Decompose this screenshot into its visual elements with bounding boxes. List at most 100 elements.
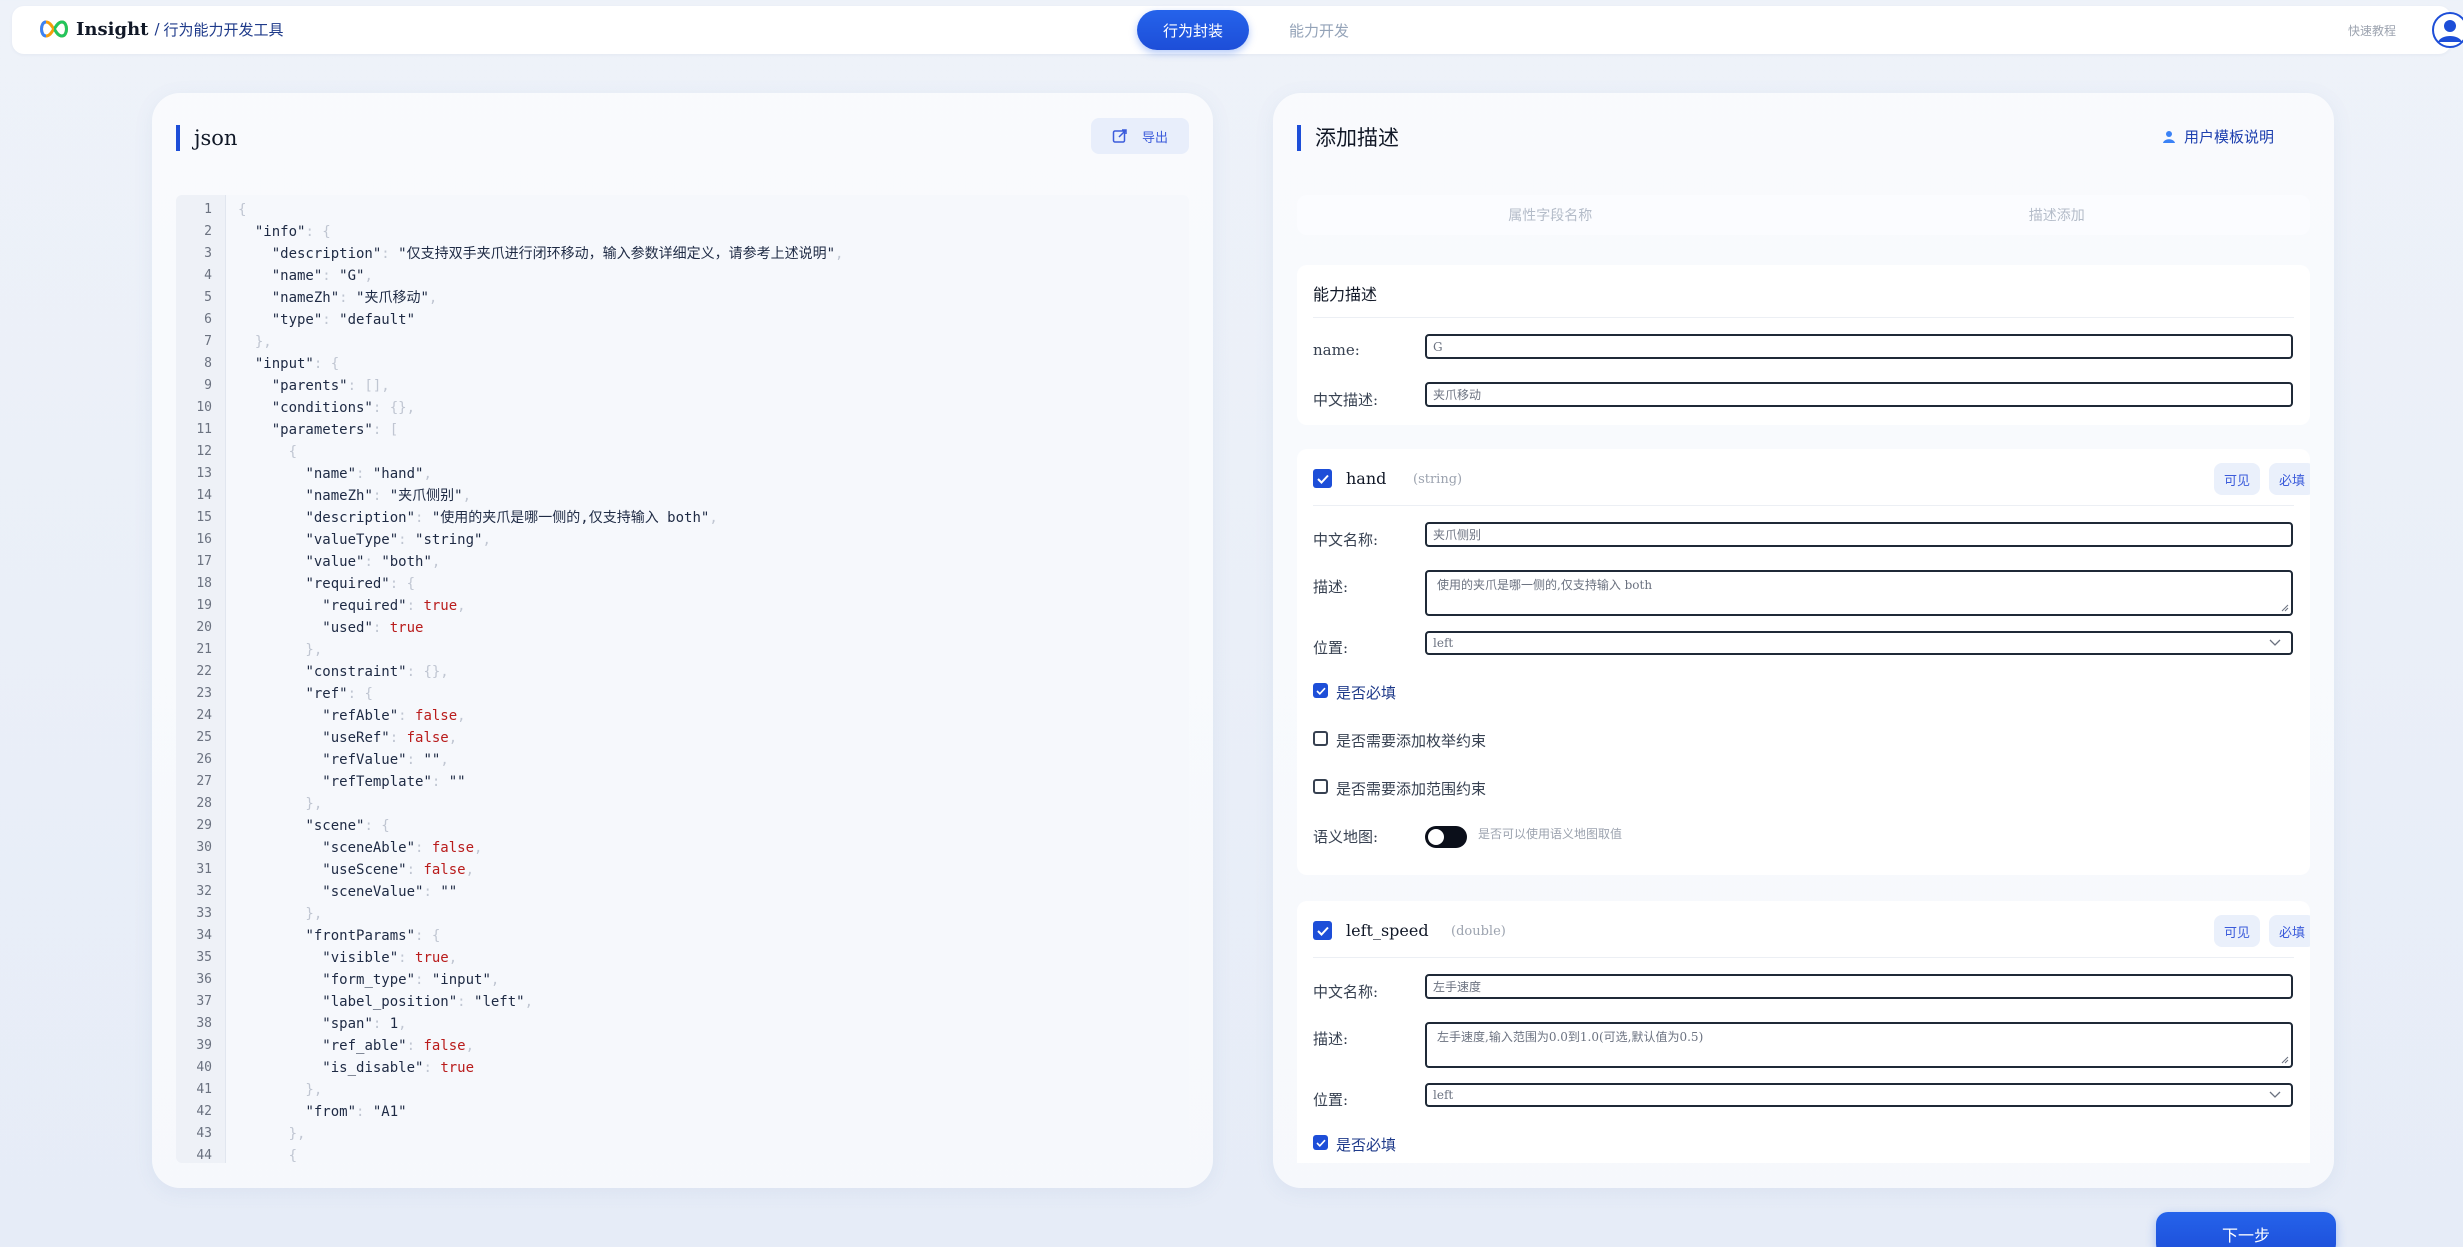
line-number: 27 [196,774,212,789]
param-name: hand [1346,469,1387,488]
line-number: 4 [204,268,212,283]
json-code-editor[interactable]: 1 {2 "info": {3 "description": "仅支持双手夹爪进行… [176,195,1189,1163]
column-header: 属性字段名称 描述添加 [1297,195,2310,235]
name-input[interactable]: G [1425,334,2293,359]
line-number: 38 [196,1016,212,1031]
line-number: 21 [196,642,212,657]
user-icon [2162,130,2175,143]
line-number: 24 [196,708,212,723]
zh-name-label: 中文名称: [1313,531,1379,549]
divider [1313,957,2294,958]
next-step-button[interactable]: 下一步 [2156,1212,2336,1247]
description-textarea[interactable]: 左手速度,输入范围为0.0到1.0(可选,默认值为0.5) [1425,1022,2293,1068]
code-text: }, [238,1126,306,1142]
tab-ability-development[interactable]: 能力开发 [1274,10,1364,50]
user-template-link[interactable]: 用户模板说明 [2162,126,2274,147]
code-text: "refAble": false, [322,708,466,724]
line-number: 6 [204,312,212,327]
code-text: }, [238,334,272,350]
line-number: 28 [196,796,212,811]
line-number: 39 [196,1038,212,1053]
line-number: 20 [196,620,212,635]
line-number: 35 [196,950,212,965]
resize-handle-icon[interactable] [2281,1056,2289,1064]
line-number: 15 [196,510,212,525]
position-value: left [1433,1088,1454,1102]
position-label: 位置: [1313,639,1349,657]
code-text: "nameZh": "夹爪侧别", [305,488,472,504]
required-checkbox-label[interactable]: 是否必填 [1336,682,1396,703]
export-button[interactable]: 导出 [1091,118,1189,154]
line-number: 23 [196,686,212,701]
enum-constraint-label[interactable]: 是否需要添加枚举约束 [1336,730,1486,751]
resize-handle-icon[interactable] [2281,604,2289,612]
check-icon [1315,687,1326,695]
line-number: 2 [204,224,212,239]
line-number: 25 [196,730,212,745]
range-constraint-label[interactable]: 是否需要添加范围约束 [1336,778,1486,799]
param-card-hand: hand (string) 可见 必填 中文名称: 夹爪侧别 描述: 使用的夹爪… [1297,449,2310,875]
app-subtitle: 行为能力开发工具 [163,20,284,39]
description-label: 描述: [1313,1030,1349,1048]
position-select[interactable]: left [1425,1083,2293,1107]
code-text: "useScene": false, [322,862,475,878]
description-form-scroll[interactable]: 能力描述 name: G 中文描述: 夹爪移动 hand (string) 可见… [1297,265,2310,1163]
line-number: 9 [204,378,212,393]
line-number: 31 [196,862,212,877]
zh-name-label: 中文名称: [1313,983,1379,1001]
description-textarea[interactable]: 使用的夹爪是哪一侧的,仅支持输入 both [1425,570,2293,616]
code-text: "ref": { [305,686,373,702]
line-number: 10 [196,400,212,415]
line-number: 29 [196,818,212,833]
line-number: 16 [196,532,212,547]
description-text: 左手速度,输入范围为0.0到1.0(可选,默认值为0.5) [1437,1030,1704,1044]
enum-constraint-checkbox[interactable] [1313,731,1328,746]
required-button[interactable]: 必填 [2269,915,2310,947]
range-constraint-checkbox[interactable] [1313,779,1328,794]
tab-behavior-encapsulation[interactable]: 行为封装 [1137,10,1249,50]
code-text: "required": { [305,576,416,592]
divider [1313,505,2294,506]
code-text: "sceneValue": "" [322,884,458,900]
visible-button[interactable]: 可见 [2214,463,2260,495]
code-text: "refValue": "", [322,752,449,768]
param-name: left_speed [1346,921,1429,940]
divider [1313,317,2294,318]
code-text: "type": "default" [271,312,416,328]
line-number: 26 [196,752,212,767]
line-number: 36 [196,972,212,987]
ability-heading: 能力描述 [1313,285,1378,304]
zh-name-input[interactable]: 左手速度 [1425,974,2293,999]
code-text: "name": "G", [271,268,373,284]
quick-tutorial-link[interactable]: 快速教程 [2348,22,2396,39]
required-checkbox-label[interactable]: 是否必填 [1336,1134,1396,1155]
zh-description-label: 中文描述: [1313,391,1379,409]
code-text: "info": { [254,224,331,240]
position-select[interactable]: left [1425,631,2293,655]
zh-description-input[interactable]: 夹爪移动 [1425,382,2293,407]
code-text: }, [238,796,323,812]
line-number: 3 [204,246,212,261]
visible-button[interactable]: 可见 [2214,915,2260,947]
semantic-map-toggle[interactable] [1425,826,1467,848]
code-text: "value": "both", [305,554,441,570]
export-icon [1112,129,1127,143]
param-enable-checkbox[interactable] [1313,921,1332,940]
zh-name-input[interactable]: 夹爪侧别 [1425,522,2293,547]
code-text: "required": true, [322,598,466,614]
param-card-left-speed: left_speed (double) 可见 必填 中文名称: 左手速度 描述:… [1297,901,2310,1163]
json-panel-title: json [176,125,237,151]
param-type: (double) [1451,924,1506,939]
required-button[interactable]: 必填 [2269,463,2310,495]
required-checkbox[interactable] [1313,1135,1328,1150]
code-text: "valueType": "string", [305,532,491,548]
code-text: "frontParams": { [305,928,441,944]
user-avatar-icon[interactable] [2432,12,2463,48]
param-enable-checkbox[interactable] [1313,469,1332,488]
code-text: "description": "使用的夹爪是哪一侧的,仅支持输入 both", [305,510,718,526]
code-text: "constraint": {}, [305,664,449,680]
description-label: 描述: [1313,578,1349,596]
required-checkbox[interactable] [1313,683,1328,698]
app-logo[interactable]: Insight / 行为能力开发工具 [38,18,284,40]
semantic-map-hint: 是否可以使用语义地图取值 [1478,827,1623,841]
